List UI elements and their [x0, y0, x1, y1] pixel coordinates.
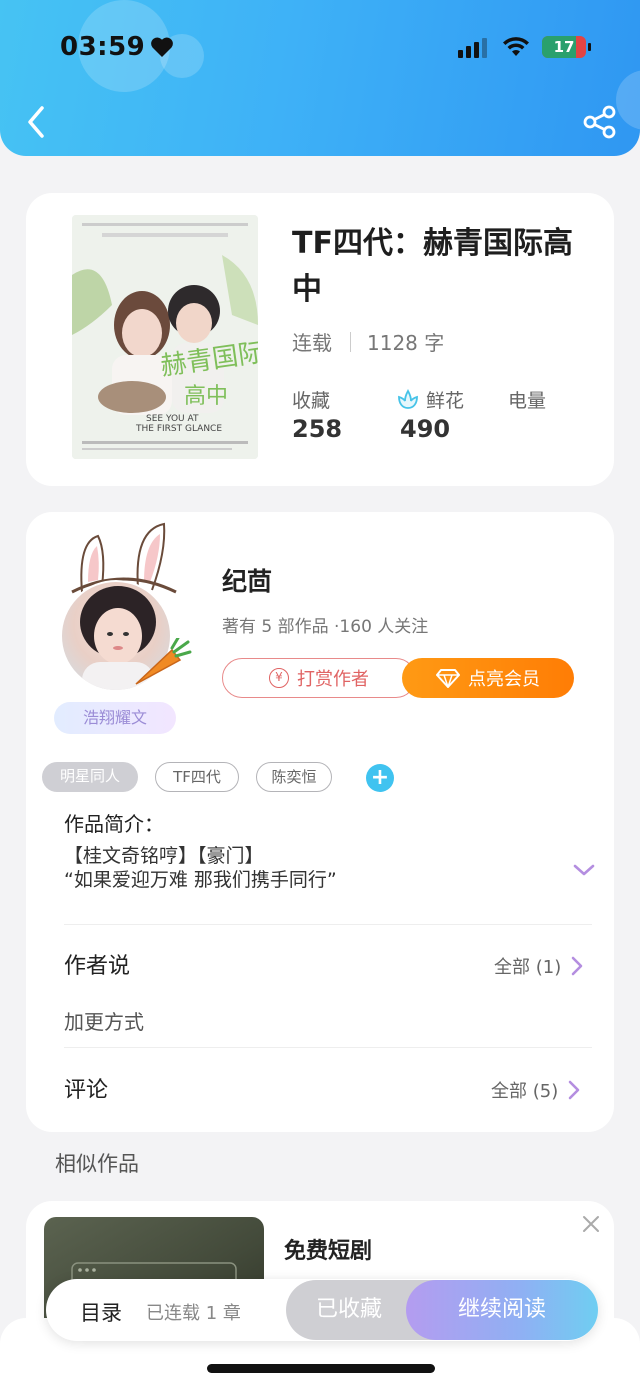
- heart-icon: [151, 37, 173, 57]
- fan-badge: 浩翔耀文: [54, 702, 176, 734]
- book-title: TF四代：赫青国际高中: [292, 226, 573, 307]
- comments-all-link[interactable]: 全部 (5): [491, 1077, 580, 1103]
- continue-reading-button[interactable]: 继续阅读: [406, 1280, 598, 1340]
- comments-title: 评论: [64, 1078, 109, 1103]
- author-says-content[interactable]: 加更方式: [64, 1006, 144, 1035]
- decor-bubble: [616, 70, 640, 130]
- meta-divider: [350, 331, 351, 352]
- author-avatar-wrap[interactable]: [58, 522, 208, 694]
- word-count: 1128 字: [367, 331, 445, 355]
- intro-label: 作品简介：: [64, 812, 164, 836]
- back-button[interactable]: [22, 104, 52, 140]
- tip-author-button[interactable]: ¥ 打赏作者: [222, 658, 416, 698]
- diamond-icon: [436, 669, 460, 688]
- author-card: 浩翔耀文 纪茴 著有 5 部作品 ·160 人关注 ¥ 打赏作者 点亮会员 明星…: [26, 512, 614, 1132]
- chevron-right-icon: [568, 1080, 580, 1100]
- book-info-card: 赫青国际 高中 SEE YOU AT THE FIRST GLANCE TF四代…: [26, 193, 614, 486]
- vip-button[interactable]: 点亮会员: [402, 658, 574, 698]
- svg-text:THE FIRST GLANCE: THE FIRST GLANCE: [135, 424, 222, 434]
- status-time: 03:59: [60, 32, 146, 62]
- author-says-title: 作者说: [64, 954, 131, 979]
- add-tag-button[interactable]: +: [366, 764, 394, 792]
- similar-work-title: 免费短剧: [284, 1239, 373, 1264]
- home-indicator: [207, 1364, 435, 1373]
- chevron-right-icon: [571, 956, 583, 976]
- stat-power-label[interactable]: 电量: [508, 386, 546, 413]
- top-header: 03:59 17: [0, 0, 640, 156]
- author-says-all-link[interactable]: 全部 (1): [494, 953, 583, 979]
- tag-celebrity-fanfic[interactable]: 明星同人: [42, 762, 138, 792]
- tag-chen-yiheng[interactable]: 陈奕恒: [256, 762, 332, 792]
- stat-favorites-label: 收藏: [292, 390, 331, 412]
- divider: [64, 924, 592, 925]
- tag-tf4[interactable]: TF四代: [155, 762, 239, 792]
- battery-indicator: 17: [542, 36, 586, 58]
- intro-text: 【桂文奇铭哼】【豪门】 “如果爱迎万难 那我们携手同行”: [64, 845, 337, 891]
- similar-works-title: 相似作品: [55, 1152, 139, 1176]
- stat-flowers-value: 490: [400, 415, 451, 443]
- cellular-signal-icon: [458, 38, 487, 58]
- share-button[interactable]: [582, 104, 618, 140]
- wifi-icon: [503, 37, 529, 56]
- svg-text:高中: 高中: [184, 384, 228, 409]
- book-meta: 连载 1128 字: [292, 327, 444, 356]
- stat-favorites-value: 258: [292, 415, 343, 443]
- book-cover-image[interactable]: 赫青国际 高中 SEE YOU AT THE FIRST GLANCE: [72, 215, 258, 459]
- serial-status: 连载: [292, 331, 332, 355]
- stat-flowers-label[interactable]: 鲜花: [396, 386, 464, 413]
- yen-icon: ¥: [269, 668, 289, 688]
- carrot-icon: [135, 638, 192, 685]
- flower-icon: [398, 388, 418, 409]
- toc-button[interactable]: 目录: [80, 1297, 122, 1327]
- close-icon[interactable]: [580, 1213, 602, 1235]
- cover-illustration: 赫青国际 高中 SEE YOU AT THE FIRST GLANCE: [72, 215, 258, 459]
- author-info: 著有 5 部作品 ·160 人关注: [222, 617, 429, 637]
- expand-chevron-icon[interactable]: [572, 862, 596, 878]
- author-name[interactable]: 纪茴: [222, 562, 272, 598]
- svg-text:SEE YOU AT: SEE YOU AT: [146, 414, 199, 424]
- battery-cap: [588, 43, 591, 51]
- chapter-count: 已连载 1 章: [146, 1303, 241, 1324]
- divider: [64, 1047, 592, 1048]
